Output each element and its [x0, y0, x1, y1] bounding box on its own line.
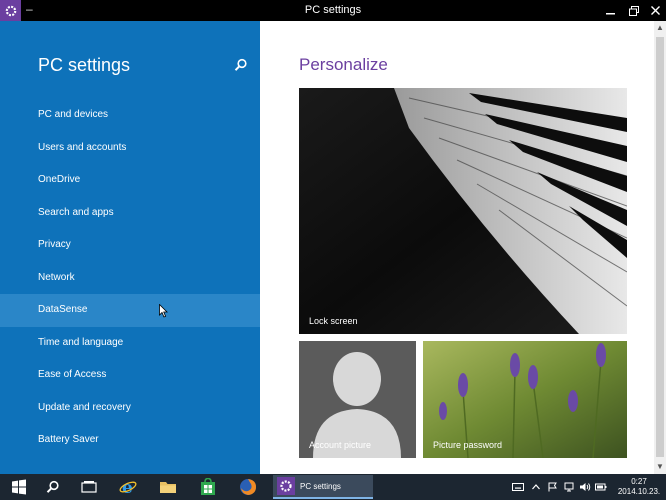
taskbar: e PC settings 0:27 2014.10.23.	[0, 474, 666, 500]
sidebar-item-users-and-accounts[interactable]: Users and accounts	[0, 132, 260, 165]
file-explorer-icon[interactable]	[149, 474, 187, 500]
sidebar-item-battery-saver[interactable]: Battery Saver	[0, 424, 260, 457]
sidebar-item-label: Search and apps	[38, 206, 114, 218]
sidebar-item-onedrive[interactable]: OneDrive	[0, 164, 260, 197]
sidebar-item-datasense[interactable]: DataSense	[0, 294, 260, 327]
mouse-cursor-icon	[159, 304, 168, 318]
sidebar-item-label: Update and recovery	[38, 401, 131, 413]
internet-explorer-icon[interactable]: e	[109, 474, 147, 500]
svg-text:e: e	[122, 478, 133, 496]
lavender-image: Picture password	[423, 341, 627, 458]
sidebar-item-label: DataSense	[38, 304, 88, 315]
scroll-thumb[interactable]	[656, 37, 664, 457]
sidebar-nav: PC and devices Users and accounts OneDri…	[0, 99, 260, 457]
taskbar-pc-settings-button[interactable]: PC settings	[273, 475, 373, 499]
sidebar-item-label: OneDrive	[38, 174, 81, 185]
page-title: Personalize	[299, 55, 388, 74]
sidebar-item-time-and-language[interactable]: Time and language	[0, 327, 260, 360]
sidebar-item-label: Time and language	[38, 336, 124, 348]
account-picture-tile[interactable]: Account picture	[299, 341, 416, 458]
vertical-scrollbar[interactable]: ▲ ▼	[654, 21, 666, 474]
sidebar-item-label: Privacy	[38, 239, 71, 250]
search-icon[interactable]	[234, 58, 248, 72]
start-icon[interactable]	[0, 474, 38, 500]
sidebar-item-label: Network	[38, 271, 75, 283]
sidebar-item-network[interactable]: Network	[0, 262, 260, 295]
sidebar-item-label: Battery Saver	[38, 434, 99, 445]
minimize-button[interactable]	[599, 0, 621, 21]
taskbar-app-label: PC settings	[300, 481, 341, 491]
firefox-icon[interactable]	[229, 474, 267, 500]
restore-button[interactable]	[623, 0, 645, 21]
tile-label: Lock screen	[309, 316, 358, 326]
picture-password-tile[interactable]: Picture password	[423, 341, 627, 458]
user-silhouette-icon: Account picture	[299, 341, 416, 458]
store-icon[interactable]	[189, 474, 227, 500]
lock-screen-tile[interactable]: Lock screen	[299, 88, 627, 334]
sidebar-item-privacy[interactable]: Privacy	[0, 229, 260, 262]
gear-icon	[277, 477, 295, 495]
chevron-up-icon[interactable]	[530, 474, 542, 500]
clock-time: 0:27	[631, 477, 647, 486]
sidebar-item-ease-of-access[interactable]: Ease of Access	[0, 359, 260, 392]
scroll-down-arrow-icon[interactable]: ▼	[654, 460, 666, 474]
sidebar-item-label: Users and accounts	[38, 141, 127, 153]
sidebar-item-pc-and-devices[interactable]: PC and devices	[0, 99, 260, 132]
taskbar-clock[interactable]: 0:27 2014.10.23.	[612, 477, 666, 497]
sidebar-item-label: Ease of Access	[38, 369, 107, 380]
keyboard-icon[interactable]	[510, 474, 526, 500]
content-pane: Personalize Lock screen Account picture …	[260, 21, 654, 474]
sidebar-item-search-and-apps[interactable]: Search and apps	[0, 197, 260, 230]
tile-label: Picture password	[433, 440, 502, 450]
sidebar-item-update-and-recovery[interactable]: Update and recovery	[0, 392, 260, 425]
tile-label: Account picture	[309, 440, 371, 450]
network-icon[interactable]	[562, 474, 576, 500]
window-title: PC settings	[304, 4, 362, 16]
clock-date: 2014.10.23.	[617, 487, 661, 496]
volume-icon[interactable]	[578, 474, 592, 500]
flag-icon[interactable]	[546, 474, 560, 500]
title-bar: – PC settings	[0, 0, 666, 21]
sidebar-item-label: PC and devices	[38, 109, 109, 120]
scroll-up-arrow-icon[interactable]: ▲	[654, 21, 666, 35]
battery-icon[interactable]	[594, 474, 608, 500]
sidebar: PC settings PC and devices Users and acc…	[0, 21, 260, 474]
close-button[interactable]	[644, 0, 666, 21]
taskbar-search-icon[interactable]	[34, 474, 72, 500]
task-view-icon[interactable]	[70, 474, 108, 500]
piano-keys-image: Lock screen	[299, 88, 627, 334]
sidebar-title: PC settings	[38, 55, 131, 75]
